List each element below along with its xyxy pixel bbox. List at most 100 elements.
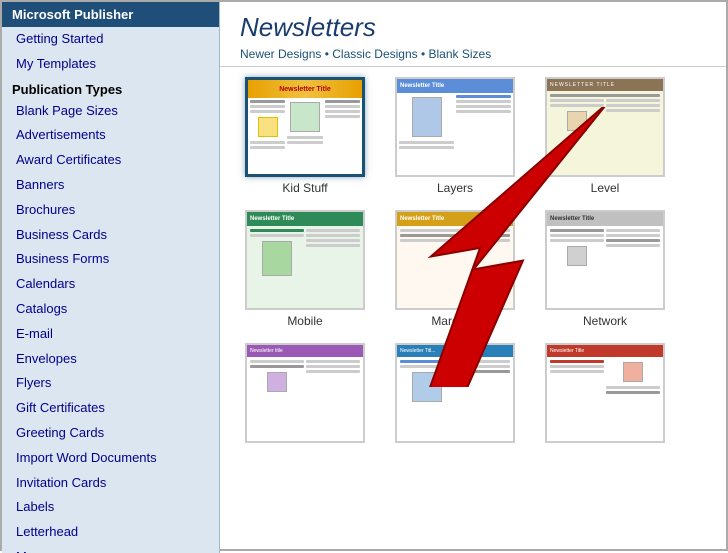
thumb-line [306, 370, 360, 373]
sidebar-item-my-templates[interactable]: My Templates [2, 52, 219, 77]
thumb-header: Newsletter Title [397, 212, 513, 226]
thumb-image [567, 246, 587, 266]
thumb-title: Newsletter Title [250, 216, 294, 222]
thumb-header: Newsletter title [247, 345, 363, 357]
template-level[interactable]: NEWSLETTER TITLE [540, 77, 670, 195]
sidebar-item-greeting-cards[interactable]: Greeting Cards [2, 421, 219, 446]
sidebar-item-catalogs[interactable]: Catalogs [2, 297, 219, 322]
thumb-title: Newsletter Title [400, 216, 444, 222]
thumb-image [262, 241, 292, 276]
thumb-title: Newsletter Title [279, 86, 331, 93]
thumb-col-1 [250, 100, 285, 172]
sidebar-item-brochures[interactable]: Brochures [2, 198, 219, 223]
template-thumb-mobile[interactable]: Newsletter Title [245, 210, 365, 310]
sidebar-item-business-forms[interactable]: Business Forms [2, 247, 219, 272]
thumb-col [550, 360, 604, 438]
sidebar-item-gift-certificates[interactable]: Gift Certificates [2, 396, 219, 421]
thumb-header: Newsletter Title [547, 345, 663, 357]
thumb-line [399, 146, 454, 149]
thumb-line [550, 99, 604, 102]
sidebar-item-menus[interactable]: Menus [2, 545, 219, 553]
thumb-line [456, 95, 511, 98]
sidebar-item-email[interactable]: E-mail [2, 322, 219, 347]
thumb-line [550, 239, 604, 242]
sidebar-item-flyers[interactable]: Flyers [2, 371, 219, 396]
templates-content: Newsletter Title [220, 67, 726, 549]
template-thumb-marquee[interactable]: Newsletter Title [395, 210, 515, 310]
thumb-title: Newsletter title [250, 348, 283, 354]
template-marquee[interactable]: Newsletter Title Marquee [390, 210, 520, 328]
thumb-line [400, 229, 510, 232]
sidebar: Microsoft Publisher Getting Started My T… [2, 2, 220, 553]
thumb-line [606, 99, 660, 102]
sidebar-item-blank-page-sizes[interactable]: Blank Page Sizes [2, 99, 219, 124]
template-label-marquee: Marquee [431, 314, 478, 328]
template-kid-stuff[interactable]: Newsletter Title [240, 77, 370, 195]
newer-designs-link[interactable]: Newer Designs [240, 47, 321, 61]
sidebar-item-envelopes[interactable]: Envelopes [2, 347, 219, 372]
thumb-image [412, 97, 442, 137]
thumb-image [258, 117, 278, 137]
thumb-header: Newsletter Title [248, 80, 362, 98]
thumb-line [306, 234, 360, 237]
thumb-col [399, 95, 454, 173]
thumb-col [456, 95, 511, 173]
thumb-body [397, 357, 513, 441]
thumb-title: Newsletter Title [400, 83, 444, 89]
thumb-image [267, 372, 287, 392]
template-thumb-kid-stuff[interactable]: Newsletter Title [245, 77, 365, 177]
template-bottom2[interactable]: Newsletter Titl... [390, 343, 520, 447]
sidebar-item-invitation-cards[interactable]: Invitation Cards [2, 471, 219, 496]
thumb-line [550, 94, 660, 97]
sidebar-item-business-cards[interactable]: Business Cards [2, 223, 219, 248]
template-layers[interactable]: Newsletter Title [390, 77, 520, 195]
template-thumb-network[interactable]: Newsletter Title [545, 210, 665, 310]
sidebar-item-letterhead[interactable]: Letterhead [2, 520, 219, 545]
thumb-line [250, 146, 285, 149]
sidebar-item-getting-started[interactable]: Getting Started [2, 27, 219, 52]
thumb-line [606, 386, 660, 389]
template-label-layers: Layers [437, 181, 473, 195]
template-label-level: Level [591, 181, 620, 195]
thumb-line [287, 141, 322, 144]
thumb-image [412, 372, 442, 402]
template-thumb-bottom2[interactable]: Newsletter Titl... [395, 343, 515, 443]
blank-sizes-link[interactable]: Blank Sizes [429, 47, 492, 61]
sidebar-item-advertisements[interactable]: Advertisements [2, 123, 219, 148]
template-bottom1[interactable]: Newsletter title [240, 343, 370, 447]
thumb-line [325, 100, 360, 103]
thumb-header: Newsletter Title [247, 212, 363, 226]
thumb-line [550, 360, 604, 363]
template-thumb-bottom3[interactable]: Newsletter Title [545, 343, 665, 443]
separator2: • [421, 47, 429, 61]
sidebar-item-import-word[interactable]: Import Word Documents [2, 446, 219, 471]
thumb-col [456, 360, 510, 438]
sidebar-item-banners[interactable]: Banners [2, 173, 219, 198]
thumb-image [623, 362, 643, 382]
thumb-line [400, 239, 510, 242]
template-bottom3[interactable]: Newsletter Title [540, 343, 670, 447]
thumb-line [325, 115, 360, 118]
thumb-line [456, 360, 510, 363]
thumb-body [547, 91, 663, 175]
thumb-columns [550, 99, 660, 172]
sidebar-item-labels[interactable]: Labels [2, 495, 219, 520]
template-thumb-layers[interactable]: Newsletter Title [395, 77, 515, 177]
sidebar-item-calendars[interactable]: Calendars [2, 272, 219, 297]
template-thumb-bottom1[interactable]: Newsletter title [245, 343, 365, 443]
template-thumb-level[interactable]: NEWSLETTER TITLE [545, 77, 665, 177]
thumb-line [606, 229, 660, 232]
thumb-line [287, 136, 322, 139]
thumb-line [250, 365, 304, 368]
template-mobile[interactable]: Newsletter Title [240, 210, 370, 328]
thumb-line [250, 110, 285, 113]
thumb-image [290, 102, 320, 132]
sidebar-item-award-certificates[interactable]: Award Certificates [2, 148, 219, 173]
thumb-line [550, 229, 604, 232]
thumb-line [306, 365, 360, 368]
classic-designs-link[interactable]: Classic Designs [332, 47, 417, 61]
thumb-title: Newsletter Title [550, 348, 584, 354]
template-network[interactable]: Newsletter Title [540, 210, 670, 328]
thumb-line [250, 229, 304, 232]
thumb-line [400, 360, 454, 363]
